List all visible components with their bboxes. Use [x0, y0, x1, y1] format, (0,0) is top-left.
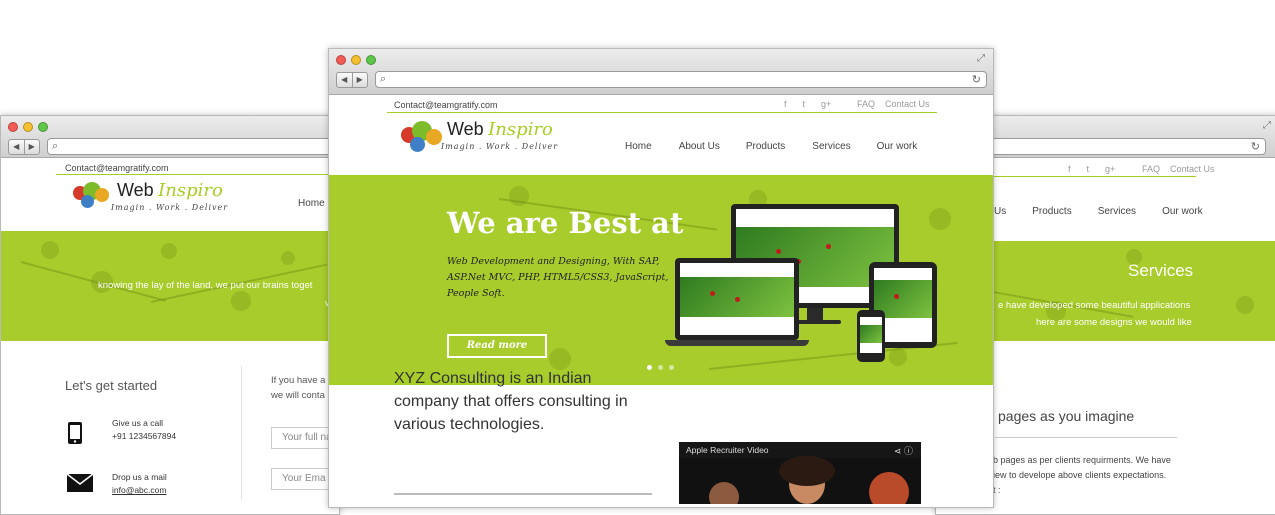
forward-arrow-icon[interactable]: ▶ — [353, 73, 368, 87]
nav-home[interactable]: Home — [625, 141, 652, 152]
forward-arrow-icon[interactable]: ▶ — [25, 140, 40, 154]
nav-services[interactable]: Services — [1098, 206, 1136, 217]
slide-dot[interactable] — [658, 365, 663, 370]
left-browser-window: ◀ ▶ ⌕ Contact@teamgratify.com Web Inspiro… — [0, 115, 340, 515]
intro-divider — [394, 493, 652, 495]
info-icon[interactable]: ⓘ — [904, 446, 913, 456]
contact-us-link[interactable]: Contact Us — [885, 99, 930, 109]
call-number[interactable]: +91 1234567894 — [112, 431, 176, 441]
googleplus-icon[interactable]: g+ — [1105, 164, 1115, 174]
slide-dot[interactable] — [669, 365, 674, 370]
maximize-button[interactable] — [366, 55, 376, 65]
resize-icon[interactable]: ⤢ — [1263, 120, 1271, 131]
mail-address[interactable]: info@abc.com — [112, 485, 166, 495]
nav-about-us[interactable]: About Us — [679, 141, 720, 152]
faq-link[interactable]: FAQ — [857, 99, 875, 109]
hero-description: Web Development and Designing, With SAP,… — [447, 256, 669, 299]
reload-icon[interactable]: ↻ — [972, 73, 981, 86]
logo-word-inspiro: Inspiro — [488, 119, 553, 140]
services-line-1: e have developed some beautiful applicat… — [998, 300, 1191, 311]
faq-link[interactable]: FAQ — [1142, 164, 1160, 174]
services-title: Services — [1128, 261, 1194, 280]
logo-word-web: Web — [447, 119, 484, 139]
maximize-button[interactable] — [38, 122, 48, 132]
contact-hint: If you have a we will conta — [271, 375, 326, 401]
browser-chrome: ◀ ▶ ⌕ — [1, 116, 339, 158]
hero-banner: knowing the lay of the land, we put our … — [1, 231, 339, 341]
nav-products[interactable]: Products — [746, 141, 785, 152]
twitter-icon[interactable]: t — [803, 99, 806, 109]
mail-icon — [66, 473, 94, 497]
slider-pager — [647, 365, 674, 370]
resize-icon[interactable]: ⤢ — [977, 53, 985, 64]
social-links: f t g+ — [784, 99, 831, 109]
logo-balls-icon — [71, 180, 113, 210]
hero-text: knowing the lay of the land, we put our … — [98, 280, 313, 291]
back-arrow-icon[interactable]: ◀ — [337, 73, 353, 87]
main-nav: Home About Us Products Services Our work — [625, 141, 917, 152]
call-title: Give us a call — [112, 418, 164, 428]
share-icon[interactable]: ⋖ — [894, 446, 902, 456]
phone-icon — [67, 421, 83, 450]
window-controls — [336, 55, 376, 65]
social-links: f t g+ — [1068, 164, 1115, 174]
logo-tagline: Imagin . Work . Deliver — [111, 203, 229, 212]
reload-icon[interactable]: ↻ — [1251, 140, 1260, 153]
site-logo[interactable]: Web Inspiro Imagin . Work . Deliver — [71, 180, 228, 212]
logo-word-inspiro: Inspiro — [158, 180, 223, 201]
back-forward-buttons[interactable]: ◀ ▶ — [8, 139, 40, 155]
address-bar[interactable]: ⌕ — [47, 138, 339, 155]
nav-home[interactable]: Home — [298, 198, 325, 209]
nav-our-work[interactable]: Our work — [1162, 206, 1203, 217]
top-links: FAQ Contact Us — [857, 99, 930, 109]
googleplus-icon[interactable]: g+ — [821, 99, 831, 109]
logo-balls-icon — [399, 119, 443, 153]
search-icon: ⌕ — [380, 73, 387, 85]
video-controls: ⋖ ⓘ — [894, 444, 913, 457]
video-player[interactable]: Apple Recruiter Video ⋖ ⓘ — [679, 442, 921, 504]
minimize-button[interactable] — [23, 122, 33, 132]
main-nav: Us Products Services Our work — [994, 206, 1203, 217]
section-divider — [995, 437, 1177, 438]
nav-services[interactable]: Services — [812, 141, 850, 152]
company-intro: XYZ Consulting is an Indian company that… — [394, 370, 628, 433]
window-controls — [8, 122, 48, 132]
facebook-icon[interactable]: f — [1068, 164, 1071, 174]
twitter-icon[interactable]: t — [1087, 164, 1090, 174]
lets-get-started-heading: Let's get started — [65, 378, 158, 393]
hero-banner: We are Best at Web Development and Desig… — [329, 178, 993, 382]
search-icon: ⌕ — [52, 140, 59, 152]
back-arrow-icon[interactable]: ◀ — [9, 140, 25, 154]
logo-tagline: Imagin . Work . Deliver — [441, 142, 559, 151]
top-links: FAQ Contact Us — [1142, 164, 1215, 174]
mail-title: Drop us a mail — [112, 472, 167, 482]
contact-us-link[interactable]: Contact Us — [1170, 164, 1215, 174]
nav-our-work[interactable]: Our work — [877, 141, 918, 152]
logo-word-web: Web — [117, 180, 154, 200]
facebook-icon[interactable]: f — [784, 99, 787, 109]
browser-chrome: ⤢ ◀ ▶ ⌕ ↻ — [329, 49, 993, 95]
column-divider — [241, 366, 242, 500]
services-line-2: here are some designs we would like — [1036, 317, 1192, 328]
top-divider — [56, 174, 339, 175]
section-title: pages as you imagine — [998, 408, 1135, 424]
back-forward-buttons[interactable]: ◀ ▶ — [336, 72, 368, 88]
close-button[interactable] — [8, 122, 18, 132]
main-nav: Home — [298, 198, 325, 209]
minimize-button[interactable] — [351, 55, 361, 65]
hero-title: We are Best at — [447, 206, 684, 240]
center-browser-window: ⤢ ◀ ▶ ⌕ ↻ Contact@teamgratify.com f t g+ F… — [328, 48, 994, 508]
read-more-button[interactable]: Read more — [447, 334, 547, 358]
nav-products[interactable]: Products — [1032, 206, 1071, 217]
address-bar[interactable]: ⌕ ↻ — [375, 71, 987, 88]
section-text: b pages as per clients requirments. We h… — [993, 455, 1171, 495]
top-divider — [387, 112, 937, 113]
contact-email[interactable]: Contact@teamgratify.com — [394, 100, 498, 110]
site-logo[interactable]: Web Inspiro Imagin . Work . Deliver — [399, 119, 558, 153]
nav-about-us[interactable]: Us — [994, 206, 1006, 217]
contact-email[interactable]: Contact@teamgratify.com — [65, 163, 169, 173]
close-button[interactable] — [336, 55, 346, 65]
